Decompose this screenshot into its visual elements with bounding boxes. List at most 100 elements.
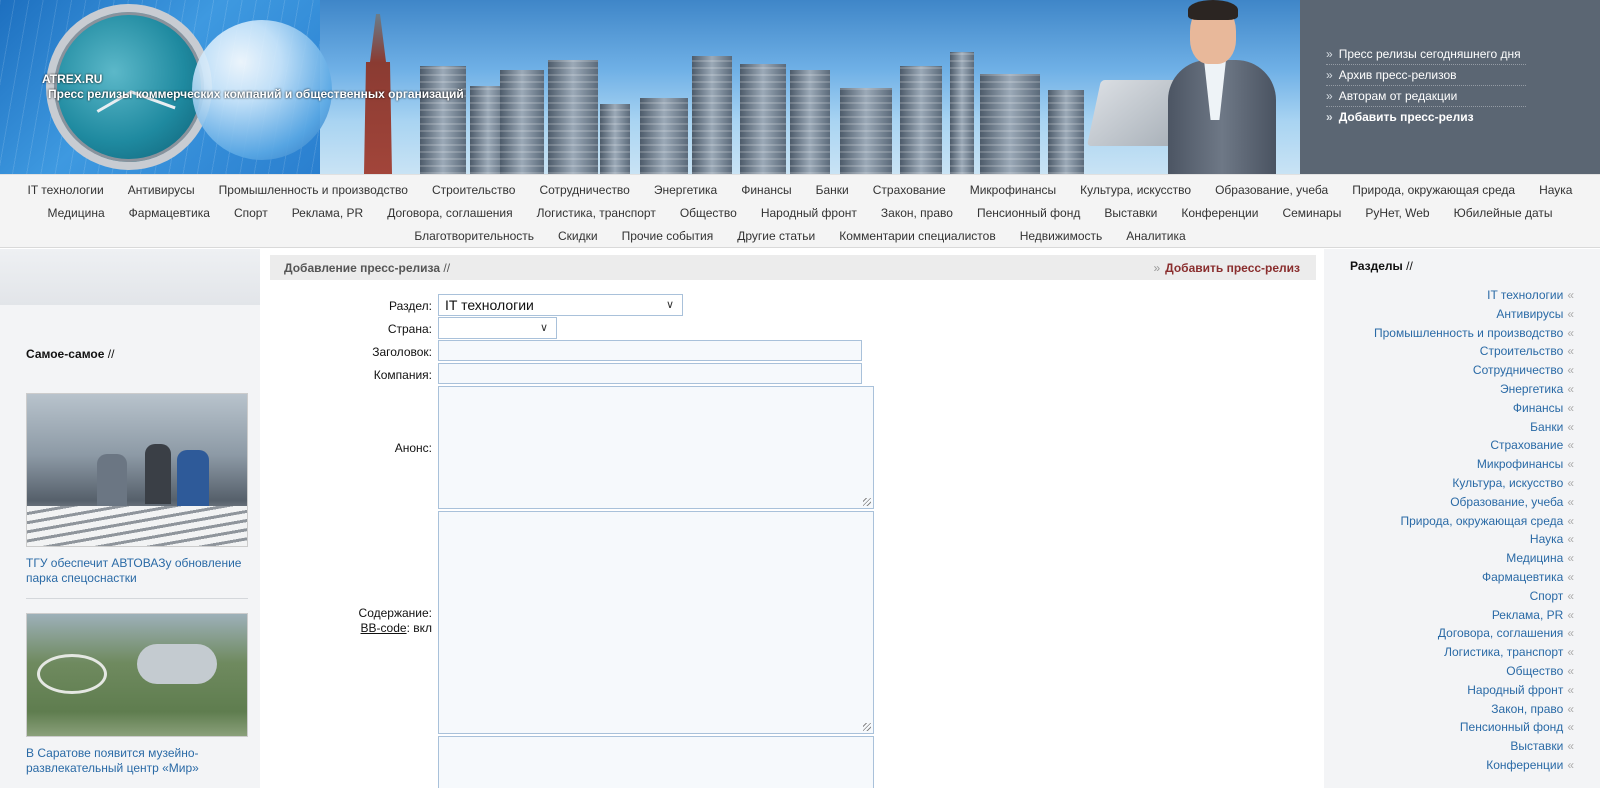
section-link[interactable]: Пенсионный фонд « <box>1374 718 1574 737</box>
header-menu-today[interactable]: » Пресс релизы сегодняшнего дня <box>1326 44 1526 65</box>
category-link[interactable]: Банки <box>816 183 849 197</box>
category-link[interactable]: Другие статьи <box>737 229 815 243</box>
company-label: Компания: <box>373 368 432 382</box>
category-link[interactable]: Реклама, PR <box>292 206 363 220</box>
category-link[interactable]: Антивирусы <box>128 183 195 197</box>
section-link[interactable]: Культура, искусство « <box>1374 474 1574 493</box>
section-label: Раздел: <box>389 299 432 313</box>
section-link[interactable]: Страхование « <box>1374 436 1574 455</box>
section-link[interactable]: Выставки « <box>1374 737 1574 756</box>
bbcode-status: BB-code: вкл <box>360 621 432 635</box>
category-nav: IT технологии Антивирусы Промышленность и … <box>0 174 1600 248</box>
section-link[interactable]: IT технологии « <box>1374 286 1574 305</box>
news-link[interactable]: В Саратове появится музейно-развлекатель… <box>26 746 248 776</box>
category-link[interactable]: Недвижимость <box>1020 229 1103 243</box>
category-link[interactable]: Семинары <box>1282 206 1341 220</box>
category-link[interactable]: Страхование <box>873 183 946 197</box>
title-label: Заголовок: <box>372 345 432 359</box>
bbcode-link[interactable]: BB-code <box>361 621 407 635</box>
category-row-3: Благотворительность Скидки Прочие события Д… <box>0 225 1600 248</box>
category-link[interactable]: Природа, окружающая среда <box>1352 183 1515 197</box>
country-select[interactable]: ∨ <box>438 317 557 339</box>
category-link[interactable]: Аналитика <box>1126 229 1185 243</box>
category-row-2: Медицина Фармацевтика Спорт Реклама, PR Дого… <box>0 202 1600 225</box>
section-link[interactable]: Финансы « <box>1374 399 1574 418</box>
category-link[interactable]: Микрофинансы <box>970 183 1056 197</box>
section-link[interactable]: Медицина « <box>1374 549 1574 568</box>
site-logo[interactable]: ATREX.RU <box>42 72 102 86</box>
category-link[interactable]: Общество <box>680 206 737 220</box>
section-link[interactable]: Фармацевтика « <box>1374 568 1574 587</box>
add-release-link[interactable]: » Добавить пресс-релиз <box>1153 261 1300 275</box>
category-link[interactable]: Юбилейные даты <box>1454 206 1553 220</box>
category-link[interactable]: Сотрудничество <box>539 183 629 197</box>
header-menu-authors[interactable]: » Авторам от редакции <box>1326 86 1526 107</box>
category-link[interactable]: Выставки <box>1104 206 1157 220</box>
section-link[interactable]: Реклама, PR « <box>1374 606 1574 625</box>
section-select[interactable]: IT технологии ∨ <box>438 294 683 316</box>
section-link[interactable]: Наука « <box>1374 530 1574 549</box>
section-link[interactable]: Договора, соглашения « <box>1374 624 1574 643</box>
category-link[interactable]: IT технологии <box>28 183 104 197</box>
chevron-down-icon: ∨ <box>539 322 548 334</box>
category-link[interactable]: Комментарии специалистов <box>839 229 995 243</box>
category-link[interactable]: Наука <box>1539 183 1572 197</box>
resize-grip-icon[interactable] <box>863 498 871 506</box>
category-link[interactable]: Культура, искусство <box>1080 183 1191 197</box>
category-link[interactable]: Медицина <box>48 206 105 220</box>
section-link[interactable]: Банки « <box>1374 418 1574 437</box>
section-link[interactable]: Общество « <box>1374 662 1574 681</box>
section-link[interactable]: Закон, право « <box>1374 700 1574 719</box>
title-input[interactable] <box>438 340 862 361</box>
left-sidebar-heading: Самое-самое // <box>26 347 115 361</box>
section-link[interactable]: Спорт « <box>1374 587 1574 606</box>
header-menu-add-release[interactable]: » Добавить пресс-релиз <box>1326 107 1526 128</box>
section-link[interactable]: Логистика, транспорт « <box>1374 643 1574 662</box>
category-link[interactable]: Закон, право <box>881 206 953 220</box>
section-link[interactable]: Народный фронт « <box>1374 681 1574 700</box>
news-link[interactable]: ТГУ обеспечит АВТОВАЗу обновление парка … <box>26 556 248 586</box>
section-link[interactable]: Энергетика « <box>1374 380 1574 399</box>
category-link[interactable]: Фармацевтика <box>129 206 210 220</box>
resize-grip-icon[interactable] <box>863 723 871 731</box>
extra-textarea[interactable] <box>438 736 874 788</box>
category-link[interactable]: Конференции <box>1181 206 1258 220</box>
category-link[interactable]: Образование, учеба <box>1215 183 1328 197</box>
section-link[interactable]: Промышленность и производство « <box>1374 324 1574 343</box>
category-link[interactable]: Промышленность и производство <box>219 183 408 197</box>
category-link[interactable]: Прочие события <box>622 229 714 243</box>
news-image-workshop[interactable] <box>26 393 248 547</box>
category-link[interactable]: РуНет, Web <box>1365 206 1429 220</box>
site-header: ATREX.RU Пресс релизы коммерческих компа… <box>0 0 1600 174</box>
category-link[interactable]: Спорт <box>234 206 268 220</box>
category-link[interactable]: Финансы <box>741 183 791 197</box>
category-link[interactable]: Строительство <box>432 183 516 197</box>
category-link[interactable]: Скидки <box>558 229 598 243</box>
section-link[interactable]: Образование, учеба « <box>1374 493 1574 512</box>
content-textarea[interactable] <box>438 511 874 734</box>
announce-textarea[interactable] <box>438 386 874 509</box>
header-menu: » Пресс релизы сегодняшнего дня » Архив пр… <box>1300 0 1600 174</box>
category-link[interactable]: Благотворительность <box>414 229 534 243</box>
main-title-bar: Добавление пресс-релиза // » Добавить пре… <box>270 255 1316 280</box>
section-link[interactable]: Сотрудничество « <box>1374 361 1574 380</box>
news-divider <box>26 598 248 599</box>
header-menu-archive[interactable]: » Архив пресс-релизов <box>1326 65 1526 86</box>
section-link[interactable]: Конференции « <box>1374 756 1574 775</box>
section-link[interactable]: Микрофинансы « <box>1374 455 1574 474</box>
section-link[interactable]: Природа, окружающая среда « <box>1374 512 1574 531</box>
content-label: Содержание: <box>358 606 432 620</box>
company-input[interactable] <box>438 363 862 384</box>
category-link[interactable]: Энергетика <box>654 183 717 197</box>
right-sidebar: Разделы // IT технологии « Антивирусы « Пр… <box>1324 249 1600 788</box>
sections-list: IT технологии « Антивирусы « Промышленност… <box>1374 286 1574 775</box>
section-link[interactable]: Строительство « <box>1374 342 1574 361</box>
main-content: Добавление пресс-релиза // » Добавить пре… <box>262 249 1324 788</box>
category-link[interactable]: Договора, соглашения <box>387 206 512 220</box>
category-link[interactable]: Народный фронт <box>761 206 857 220</box>
section-link[interactable]: Антивирусы « <box>1374 305 1574 324</box>
category-link[interactable]: Логистика, транспорт <box>537 206 656 220</box>
news-image-park[interactable] <box>26 613 248 737</box>
businessman-image <box>1086 0 1300 174</box>
category-link[interactable]: Пенсионный фонд <box>977 206 1080 220</box>
